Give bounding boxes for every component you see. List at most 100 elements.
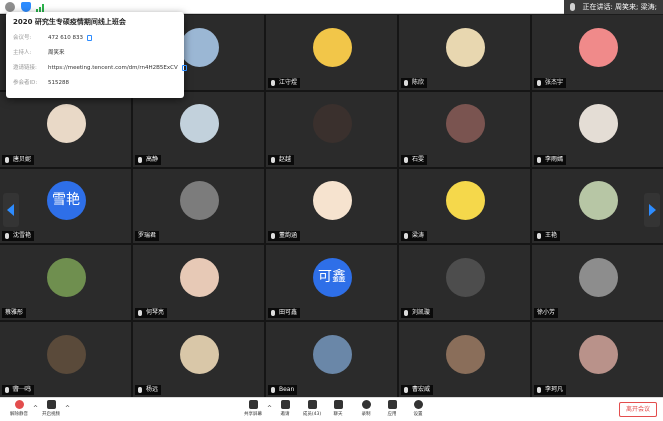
microphone-icon	[271, 156, 275, 163]
participant-tile[interactable]: 唐贝妮	[0, 91, 131, 167]
avatar	[179, 181, 219, 221]
participant-tile[interactable]: 雪艳 沈雪艳	[0, 168, 131, 244]
participant-name: 赵越	[279, 155, 292, 163]
microphone-icon	[404, 387, 408, 393]
start-video-label: 开启视频	[42, 412, 60, 417]
settings-label: 设置	[413, 412, 423, 417]
participant-name-tag: 罗瑞君	[135, 231, 160, 242]
previous-page-button[interactable]	[3, 193, 19, 227]
meeting-id-value: 472 610 833	[48, 31, 92, 46]
participant-name: 梁涛	[412, 232, 425, 240]
participant-name-tag: 梁涛	[401, 231, 428, 242]
microphone-icon	[271, 387, 275, 393]
participant-tile[interactable]: 江守煜	[266, 15, 397, 90]
participant-tile[interactable]: 蔡雅彤	[0, 245, 131, 321]
participant-tile[interactable]: 徐小芳	[532, 245, 663, 321]
participant-name: 曹宏威	[412, 386, 431, 393]
participant-name-tag: 田可鑫	[268, 308, 301, 319]
participant-id-row: 参会者ID: 515288	[13, 76, 177, 91]
participant-tile[interactable]: 何琴亮	[133, 245, 264, 321]
participant-name: 李雨嫣	[545, 155, 564, 163]
invite-link-value: https://meeting.tencent.com/dm/rn4H2B5Ex…	[48, 61, 187, 76]
microphone-icon	[271, 233, 275, 240]
start-video-button[interactable]: 开启视频 ^	[36, 400, 70, 417]
participant-name: 张杰宇	[545, 78, 564, 86]
avatar	[578, 334, 618, 374]
participant-tile[interactable]: 陈欣	[399, 15, 530, 90]
participant-name-tag: 江守煜	[268, 77, 301, 88]
participant-name-tag: 石雯	[401, 154, 428, 165]
participant-tile[interactable]: 石雯	[399, 91, 530, 167]
chevron-up-icon[interactable]: ^	[65, 405, 70, 412]
participant-name: 蔡雅彤	[5, 309, 24, 317]
avatar	[445, 181, 485, 221]
next-page-button[interactable]	[644, 193, 660, 227]
avatar	[179, 258, 219, 298]
avatar	[46, 104, 86, 144]
participant-name-tag: 高静	[135, 154, 162, 165]
microphone-icon	[138, 156, 142, 163]
participant-name: 田可鑫	[279, 309, 298, 317]
participant-tile[interactable]: 梁涛	[399, 168, 530, 244]
avatar	[179, 104, 219, 144]
signal-icon[interactable]	[36, 2, 46, 12]
microphone-icon	[5, 233, 9, 240]
unmute-button[interactable]: 解除静音 ^	[4, 400, 38, 417]
participant-tile[interactable]: Bean	[266, 322, 397, 397]
chat-button[interactable]: 聊天	[323, 400, 353, 417]
avatar	[312, 334, 352, 374]
participant-tile[interactable]: 罗瑞君	[133, 168, 264, 244]
invite-link-text[interactable]: https://meeting.tencent.com/dm/rn4H2B5Ex…	[48, 65, 178, 71]
microphone-icon	[271, 79, 275, 86]
participant-name-tag: 唐贝妮	[2, 154, 35, 165]
share-screen-button[interactable]: 共享屏幕 ^	[238, 400, 272, 417]
microphone-icon	[138, 387, 142, 393]
meeting-id-label: 会议号:	[13, 35, 32, 41]
participant-name: Bean	[279, 386, 295, 393]
participant-tile[interactable]: 可鑫 田可鑫	[266, 245, 397, 321]
participant-name-tag: 李雨嫣	[534, 154, 567, 165]
participant-name-tag: 董韵涵	[268, 231, 301, 242]
microphone-icon	[537, 387, 541, 393]
participant-tile[interactable]: 刘凯璇	[399, 245, 530, 321]
participant-name: 江守煜	[279, 78, 298, 86]
participant-tile[interactable]: 张杰宇	[532, 15, 663, 90]
meeting-title: 2020 研究生专硕疫情期间线上班会	[13, 18, 126, 26]
settings-button[interactable]: 设置	[403, 400, 433, 417]
participant-tile[interactable]: 董韵涵	[266, 168, 397, 244]
invite-link-label: 邀请链接:	[13, 65, 37, 71]
leave-meeting-button[interactable]: 离开会议	[619, 402, 657, 417]
participant-tile[interactable]: 李珂凡	[532, 322, 663, 397]
copy-icon[interactable]	[87, 34, 92, 41]
participant-name-tag: 李珂凡	[534, 385, 567, 395]
host-row: 主持人: 周笑来	[13, 46, 177, 61]
participant-tile[interactable]: 高静	[133, 91, 264, 167]
participant-tile[interactable]: 李雨嫣	[532, 91, 663, 167]
participant-tile[interactable]: 赵越	[266, 91, 397, 167]
record-icon	[361, 400, 371, 409]
participant-name-tag: 徐小芳	[534, 308, 559, 319]
microphone-icon	[537, 79, 541, 86]
avatar	[445, 104, 485, 144]
meeting-toolbar: 解除静音 ^ 开启视频 ^ 共享屏幕 ^ 邀请 成员(43) 聊天 录制 应用 …	[0, 397, 663, 421]
chevron-left-icon	[7, 204, 14, 216]
info-icon[interactable]	[5, 2, 15, 12]
avatar	[445, 258, 485, 298]
participant-name-tag: 沈雪艳	[2, 231, 35, 242]
copy-icon[interactable]	[181, 64, 187, 71]
apps-icon	[387, 400, 397, 409]
host-value: 周笑来	[48, 50, 65, 56]
participant-name-tag: 张杰宇	[534, 77, 567, 88]
avatar	[578, 181, 618, 221]
microphone-icon	[404, 79, 408, 86]
invite-button[interactable]: 邀请	[270, 400, 300, 417]
participant-name: 徐小芳	[537, 309, 556, 317]
shield-icon[interactable]	[21, 2, 31, 12]
participant-name-tag: 王艳	[534, 231, 561, 242]
participant-tile[interactable]: 杨远	[133, 322, 264, 397]
participant-name-tag: 刘凯璇	[401, 308, 434, 319]
unmute-label: 解除静音	[10, 412, 28, 417]
add-user-icon	[280, 400, 290, 409]
share-screen-label: 共享屏幕	[244, 412, 262, 417]
participant-tile[interactable]: 曹宏威	[399, 322, 530, 397]
